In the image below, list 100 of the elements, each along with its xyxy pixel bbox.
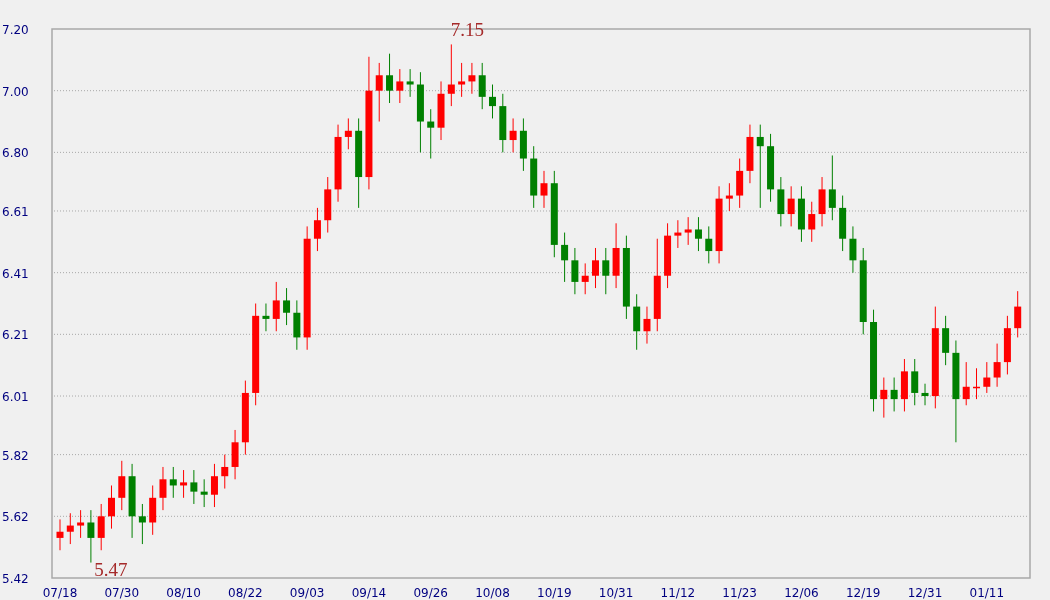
candlestick [283, 287, 291, 326]
candlestick [890, 377, 898, 412]
candlestick [880, 377, 888, 419]
y-tick-label: 6.80 [2, 146, 29, 161]
candlestick [97, 503, 105, 551]
candlestick [272, 281, 280, 332]
candlestick [818, 176, 826, 227]
candlestick [159, 466, 167, 511]
x-tick-label: 07/18 [42, 586, 78, 600]
candlestick [674, 219, 682, 249]
candlestick [468, 62, 476, 95]
candlestick [509, 117, 517, 153]
candlestick [77, 509, 85, 539]
candlestick [180, 469, 188, 499]
candlestick [571, 247, 579, 295]
candlestick [592, 247, 599, 289]
candlestick [169, 466, 177, 499]
candlestick [149, 484, 157, 536]
candlestick [612, 222, 620, 289]
candlestick [633, 293, 641, 351]
candlestick [118, 460, 126, 511]
candlestick [643, 306, 651, 345]
candlestick [221, 454, 229, 490]
candlestick [849, 225, 857, 274]
x-tick-label: 12/31 [907, 586, 943, 600]
y-tick-label: 6.61 [2, 204, 29, 219]
x-tick-label: 10/31 [598, 586, 634, 600]
candlestick [293, 299, 301, 351]
candlestick [262, 303, 270, 332]
x-tick-label: 10/08 [475, 586, 510, 600]
y-tick-label: 5.42 [2, 572, 29, 586]
candlestick [581, 262, 589, 295]
candlestick [396, 68, 404, 104]
candlestick [519, 117, 527, 172]
x-tick-label: 11/12 [660, 586, 696, 600]
candlestick [839, 195, 847, 252]
candlestick [406, 68, 414, 98]
candlestick [478, 62, 486, 110]
candlestick [138, 503, 146, 545]
candlestick [736, 158, 744, 209]
candlestick [787, 185, 795, 227]
candlestick [344, 117, 352, 150]
candlestick [900, 358, 908, 412]
candlestick [1014, 290, 1022, 338]
candlestick [458, 62, 466, 98]
y-tick-label: 6.21 [2, 328, 29, 343]
candlestick [1003, 315, 1011, 375]
candlestick [808, 201, 816, 243]
candlestick [108, 484, 115, 530]
candlestick [87, 509, 95, 564]
candlestick [210, 463, 218, 508]
candlestick [942, 315, 950, 366]
candlestick [540, 170, 548, 209]
y-tick-label: 6.41 [2, 266, 29, 281]
candlestick [705, 225, 713, 264]
x-tick-label: 07/30 [104, 586, 140, 600]
candlestick [828, 154, 836, 221]
x-tick-label: 01/11 [969, 586, 1005, 600]
x-tick-label: 12/06 [784, 586, 819, 600]
candlestick [66, 512, 74, 545]
candlestick [983, 361, 991, 394]
candlestick [447, 43, 455, 107]
candlestick [427, 108, 435, 160]
x-tick-label: 10/19 [537, 586, 572, 600]
annotation-label: 7.15 [450, 19, 484, 41]
candlestick [725, 182, 733, 212]
candlestick [313, 207, 321, 252]
candlestick [386, 53, 394, 104]
x-tick-label: 12/19 [845, 586, 881, 600]
candlestick [499, 93, 507, 153]
candlestick [56, 518, 64, 551]
candlestick [200, 478, 208, 508]
candlestick [489, 84, 496, 119]
candlestick [530, 145, 538, 209]
candlestick [190, 469, 198, 505]
candlestick [231, 429, 239, 480]
x-tick-label: 09/26 [413, 586, 448, 600]
candlestick [973, 367, 980, 400]
candlestick [962, 361, 970, 406]
candlestick [561, 232, 569, 283]
y-tick-label: 5.82 [2, 448, 29, 463]
candlestick [777, 176, 785, 227]
y-tick-label: 7.00 [2, 84, 29, 99]
candlestick [746, 124, 754, 184]
x-tick-label: 09/03 [289, 586, 325, 600]
candlestick [664, 222, 672, 289]
x-tick-label: 08/10 [166, 586, 201, 600]
x-tick-label: 11/23 [722, 586, 757, 600]
candlestick [694, 216, 702, 252]
candlestick [684, 216, 692, 246]
y-tick-label: 5.62 [2, 510, 29, 525]
candlestick [911, 358, 919, 406]
candlestick [437, 80, 445, 141]
x-tick-label: 09/14 [351, 586, 387, 600]
candlestick [797, 185, 805, 243]
candlestick [324, 176, 332, 234]
candlestick [767, 133, 775, 203]
candlestick [921, 383, 929, 406]
y-tick-label: 7.20 [2, 23, 29, 37]
annotation-label: 5.47 [94, 559, 128, 580]
